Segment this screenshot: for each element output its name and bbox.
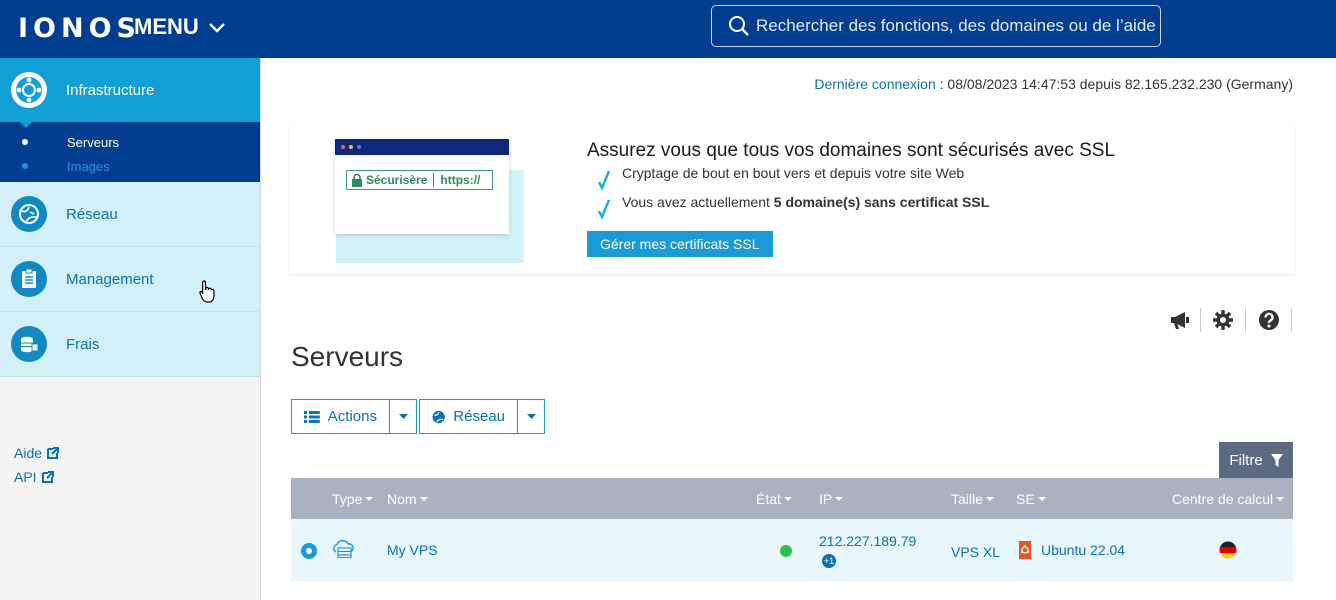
api-link-label: API [14, 469, 37, 485]
help-link-label: Aide [14, 445, 43, 461]
external-link-icon [41, 471, 54, 483]
network-dropdown-toggle[interactable] [518, 400, 544, 433]
caret-down-icon [526, 414, 536, 419]
ionos-logo[interactable]: IONOS [18, 13, 141, 44]
caret-down-icon [398, 414, 408, 419]
sidebar-item-label: Frais [66, 335, 100, 353]
ip-address[interactable]: 212.227.189.79 [819, 533, 916, 549]
clipboard-icon [11, 261, 47, 297]
gear-icon[interactable] [1211, 308, 1235, 332]
feature-text-prefix: Vous avez actuellement [622, 194, 774, 210]
checkmark-icon [597, 199, 611, 220]
help-link[interactable]: Aide [14, 441, 60, 465]
menu-label: MENU [134, 14, 199, 39]
last-login-info: Dernière connexion : 08/08/2023 14:47:53… [814, 76, 1293, 92]
column-header-datacenter[interactable]: Centre de calcul [1172, 491, 1285, 507]
chevron-down-icon [208, 23, 225, 33]
sidebar-item-reseau[interactable]: Réseau [0, 182, 260, 247]
globe-icon [11, 196, 47, 232]
column-header-ip[interactable]: IP [819, 491, 844, 507]
extra-ip-badge[interactable]: +1 [822, 554, 836, 568]
ubuntu-icon [1019, 541, 1031, 562]
api-link[interactable]: API [14, 465, 59, 489]
table-header: Type Nom État IP Taille SE Centre de cal… [291, 478, 1293, 519]
column-header-state[interactable]: État [756, 491, 792, 507]
megaphone-icon[interactable] [1168, 308, 1192, 332]
status-running-indicator [780, 545, 792, 557]
hand-cursor-icon [199, 280, 215, 303]
sidebar-submenu: Serveurs Images [0, 121, 260, 182]
subitem-label: Serveurs [67, 134, 120, 150]
search-icon [729, 16, 749, 36]
top-header: IONOS MENU [0, 0, 1336, 58]
sidebar-item-management[interactable]: Management [0, 247, 260, 312]
sidebar-item-frais[interactable]: Frais [0, 312, 260, 377]
ssl-banner: Sécurisère https:// Assurez vous que tou… [289, 122, 1295, 274]
checkmark-icon [597, 170, 611, 191]
list-icon [304, 410, 320, 423]
sidebar-subitem-serveurs[interactable]: Serveurs [0, 132, 260, 152]
column-header-size[interactable]: Taille [951, 491, 994, 507]
last-login-link[interactable]: Dernière connexion [814, 76, 935, 92]
lock-icon [352, 173, 362, 187]
column-header-os[interactable]: SE [1016, 491, 1046, 507]
browser-illustration: Sécurisère https:// [335, 139, 509, 234]
actions-dropdown-toggle[interactable] [390, 400, 416, 433]
column-header-name[interactable]: Nom [387, 491, 428, 507]
table-row[interactable]: My VPS 212.227.189.79 +1 VPS XL Ubuntu 2… [291, 519, 1293, 581]
network-label: Réseau [453, 408, 505, 425]
sidebar-item-label: Infrastructure [66, 81, 155, 99]
subitem-label: Images [67, 158, 110, 174]
filter-icon [1270, 453, 1283, 467]
sidebar-links: Aide API [14, 441, 60, 489]
last-login-text: : 08/08/2023 14:47:53 depuis 82.165.232.… [935, 76, 1293, 92]
menu-button[interactable]: MENU [134, 14, 227, 40]
bullet-dot [22, 139, 28, 145]
search-box[interactable] [711, 5, 1161, 47]
https-label: https:// [440, 173, 481, 187]
coins-icon [11, 326, 47, 362]
page-tools [1166, 308, 1296, 336]
row-select-radio[interactable] [301, 543, 317, 559]
actions-split-button: Actions [291, 399, 417, 434]
uncertified-domains-count: 5 domaine(s) sans certificat SSL [773, 194, 990, 210]
bullet-dot [22, 163, 28, 169]
feature-text: Vous avez actuellement 5 domaine(s) sans… [622, 194, 989, 210]
os-name: Ubuntu 22.04 [1041, 542, 1126, 558]
actions-label: Actions [327, 408, 377, 425]
server-size: VPS XL [951, 544, 1001, 560]
help-icon[interactable] [1257, 308, 1281, 332]
submenu-caret [19, 121, 33, 128]
secure-label: Sécurisère [366, 173, 428, 187]
sidebar: Infrastructure Serveurs Images Réseau Ma… [0, 58, 261, 600]
column-header-type[interactable]: Type [332, 491, 374, 507]
page-title: Serveurs [291, 341, 404, 372]
filter-button[interactable]: Filtre [1219, 442, 1293, 478]
sidebar-item-label: Réseau [66, 205, 118, 223]
actions-button[interactable]: Actions [292, 400, 390, 433]
search-input[interactable] [756, 16, 1156, 36]
sidebar-item-infrastructure[interactable]: Infrastructure [0, 58, 260, 122]
external-link-icon [47, 447, 60, 459]
browser-titlebar [335, 139, 509, 155]
globe-icon [432, 410, 445, 423]
feature-text: Cryptage de bout en bout vers et depuis … [622, 165, 965, 181]
manage-ssl-button[interactable]: Gérer mes certificats SSL [587, 231, 773, 257]
vps-server-icon [332, 539, 354, 561]
server-name-link[interactable]: My VPS [387, 542, 438, 558]
sidebar-subitem-images[interactable]: Images [0, 156, 260, 176]
germany-flag-icon [1219, 541, 1237, 562]
network-split-button: Réseau [419, 399, 545, 434]
secure-url-bar: Sécurisère https:// [346, 170, 493, 190]
sidebar-item-label: Management [66, 270, 154, 288]
network-nodes-icon [11, 72, 47, 108]
network-button[interactable]: Réseau [420, 400, 518, 433]
filter-label: Filtre [1229, 451, 1263, 469]
banner-title: Assurez vous que tous vos domaines sont … [587, 140, 1116, 161]
